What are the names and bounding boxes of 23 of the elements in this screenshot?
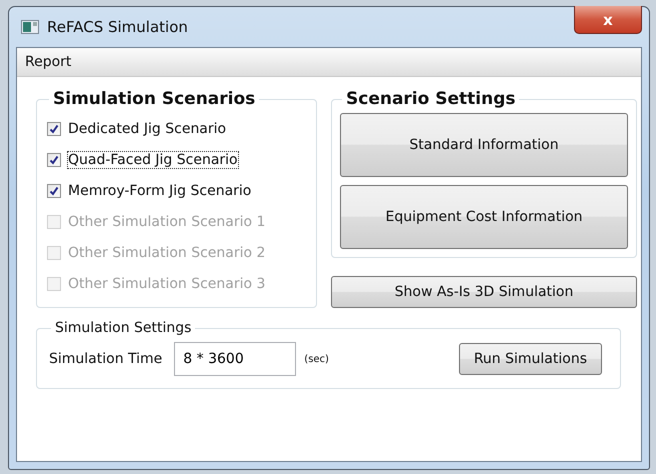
group-title: Scenario Settings bbox=[345, 89, 516, 109]
checkbox-label: Quad-Faced Jig Scenario bbox=[68, 152, 238, 168]
settings-button[interactable]: Equipment Cost Information bbox=[340, 185, 628, 249]
checkbox-label: Other Simulation Scenario 2 bbox=[68, 244, 266, 260]
app-icon bbox=[21, 20, 39, 34]
unit-label: (sec) bbox=[304, 354, 330, 364]
checkbox-label: Other Simulation Scenario 1 bbox=[68, 214, 266, 230]
menu-item[interactable]: Report bbox=[17, 54, 80, 70]
checkbox[interactable] bbox=[47, 152, 61, 166]
settings-button[interactable]: Standard Information bbox=[340, 113, 628, 177]
checkbox[interactable] bbox=[47, 122, 61, 136]
run-button[interactable]: Run Simulations bbox=[458, 343, 602, 375]
checkbox-label: Dedicated Jig Scenario bbox=[68, 120, 226, 136]
checkbox[interactable] bbox=[47, 184, 61, 198]
show-simulation-button[interactable]: Show As-Is 3D Simulation bbox=[331, 276, 637, 308]
window-title: ReFACS Simulation bbox=[47, 18, 189, 36]
time-field[interactable]: 8 * 3600 bbox=[174, 342, 296, 376]
checkbox-label: Other Simulation Scenario 3 bbox=[68, 276, 266, 292]
group-title: Simulation Settings bbox=[54, 320, 192, 336]
checkbox-label: Memroy-Form Jig Scenario bbox=[68, 182, 252, 198]
group-title: Simulation Scenarios bbox=[52, 89, 256, 109]
field-label: Simulation Time bbox=[49, 351, 162, 367]
close-button[interactable]: x bbox=[574, 6, 642, 34]
